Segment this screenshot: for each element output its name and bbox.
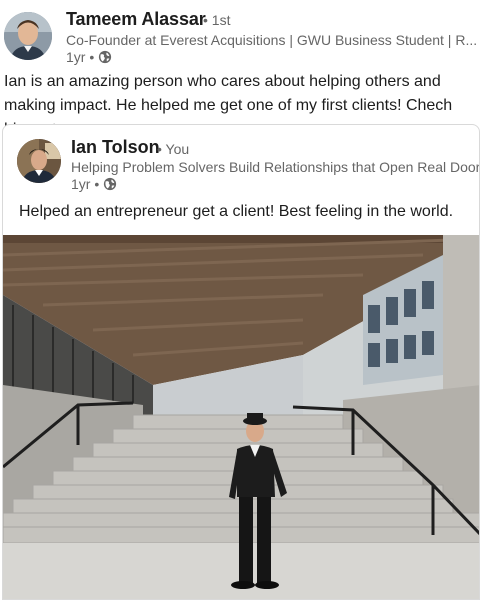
globe-icon: [104, 177, 117, 191]
post-meta: 1yr •: [66, 49, 112, 65]
repost-text: Helped an entrepreneur get a client! Bes…: [19, 203, 454, 220]
connection-degree: • 1st: [203, 12, 231, 28]
repost-time: 1yr •: [71, 176, 100, 192]
post-time: 1yr •: [66, 49, 95, 65]
author-avatar[interactable]: [4, 12, 52, 60]
author-headline: Co-Founder at Everest Acquisitions | GWU…: [66, 32, 478, 48]
repost-author-headline: Helping Problem Solvers Build Relationsh…: [71, 159, 480, 175]
post-photo[interactable]: [3, 235, 480, 600]
repost-meta: 1yr •: [71, 176, 117, 192]
you-tag: • You: [157, 141, 190, 157]
repost-author-name[interactable]: Ian Tolson: [71, 137, 160, 158]
post-header: Tameem Alassar • 1st Co-Founder at Evere…: [0, 0, 480, 68]
repost-author-avatar[interactable]: [17, 139, 61, 183]
reposted-content-card[interactable]: Ian Tolson • You Helping Problem Solvers…: [2, 124, 480, 600]
author-name[interactable]: Tameem Alassar: [66, 9, 206, 30]
globe-icon: [99, 50, 112, 64]
